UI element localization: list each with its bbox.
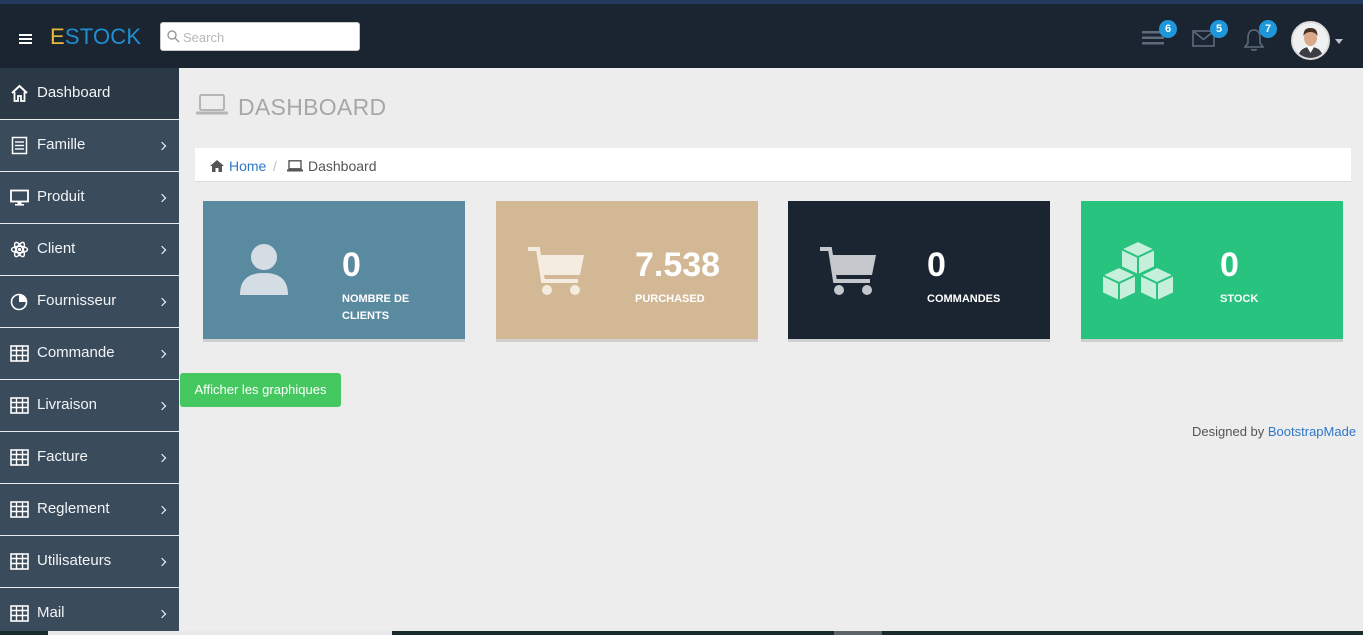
- sidebar-item-reglement[interactable]: Reglement: [0, 484, 179, 536]
- chevron-right-icon: [157, 609, 167, 619]
- stat-tile-stock[interactable]: 0 STOCK: [1081, 201, 1343, 342]
- page-title: DASHBOARD: [238, 94, 387, 120]
- footer-text: Designed by: [1192, 424, 1268, 439]
- table-icon: [10, 345, 29, 362]
- tasks-badge: 6: [1159, 20, 1177, 38]
- tile-value: 0: [342, 246, 361, 284]
- breadcrumb-current-label: Dashboard: [308, 158, 377, 174]
- list-icon: [11, 136, 28, 155]
- sidebar-item-dashboard[interactable]: Dashboard: [0, 68, 179, 120]
- sidebar-item-label: Utilisateurs: [37, 552, 112, 569]
- stat-tile-commandes[interactable]: 0 COMMANDES: [788, 201, 1050, 342]
- search-icon: [167, 30, 180, 43]
- atom-icon: [10, 241, 29, 258]
- stat-tile-clients[interactable]: 0 NOMBRE DE CLIENTS: [203, 201, 465, 342]
- sidebar-item-produit[interactable]: Produit: [0, 172, 179, 224]
- search-input[interactable]: [183, 27, 353, 47]
- user-menu-caret-icon[interactable]: [1335, 39, 1343, 44]
- laptop-icon: [287, 160, 303, 172]
- table-icon: [10, 449, 29, 466]
- sidebar-item-famille[interactable]: Famille: [0, 120, 179, 172]
- cart-icon: [528, 247, 584, 295]
- notifications-badge: 7: [1259, 20, 1277, 38]
- sidebar-item-label: Reglement: [37, 500, 110, 517]
- tile-caption: COMMANDES: [927, 293, 1001, 305]
- table-icon: [10, 397, 29, 414]
- user-icon: [240, 244, 288, 295]
- cart-icon: [820, 247, 876, 295]
- sidebar-item-label: Livraison: [37, 396, 98, 413]
- sidebar-item-commande[interactable]: Commande: [0, 328, 179, 380]
- laptop-icon: [196, 94, 228, 115]
- sidebar-item-mail[interactable]: Mail: [0, 588, 179, 635]
- chevron-right-icon: [157, 297, 167, 307]
- chevron-right-icon: [157, 245, 167, 255]
- sidebar-item-fournisseur[interactable]: Fournisseur: [0, 276, 179, 328]
- breadcrumb-separator: /: [273, 158, 277, 174]
- sidebar-item-label: Fournisseur: [37, 292, 117, 309]
- tile-caption: STOCK: [1220, 293, 1259, 305]
- home-icon: [210, 160, 224, 172]
- chevron-right-icon: [157, 401, 167, 411]
- sidebar-item-livraison[interactable]: Livraison: [0, 380, 179, 432]
- sidebar-item-client[interactable]: Client: [0, 224, 179, 276]
- chevron-right-icon: [157, 505, 167, 515]
- show-charts-button[interactable]: Afficher les graphiques: [180, 373, 341, 407]
- tile-caption: NOMBRE DE CLIENTS: [342, 293, 410, 322]
- tile-value: 0: [927, 246, 946, 284]
- messages-badge: 5: [1210, 20, 1228, 38]
- tile-caption: PURCHASED: [635, 293, 705, 305]
- home-icon: [11, 84, 28, 102]
- breadcrumb: Home / Dashboard: [195, 148, 1351, 182]
- search-box[interactable]: [160, 22, 360, 51]
- table-icon: [10, 605, 29, 622]
- table-icon: [10, 553, 29, 570]
- menu-toggle-icon[interactable]: [19, 34, 32, 44]
- cubes-icon: [1101, 239, 1175, 303]
- sidebar-item-label: Famille: [37, 136, 86, 153]
- sidebar-item-label: Facture: [37, 448, 88, 465]
- user-avatar[interactable]: [1291, 21, 1330, 60]
- sidebar-item-label: Client: [37, 240, 76, 257]
- chevron-right-icon: [157, 453, 167, 463]
- logo-text: STOCK: [64, 24, 142, 49]
- sidebar-item-label: Mail: [37, 604, 65, 621]
- pie-chart-icon: [10, 293, 28, 311]
- sidebar-item-label: Commande: [37, 344, 115, 361]
- logo-first-letter: E: [50, 24, 65, 49]
- top-header: ESTOCK 6 5 7: [0, 4, 1363, 68]
- sidebar-item-utilisateurs[interactable]: Utilisateurs: [0, 536, 179, 588]
- taskbar-strip: [0, 631, 1363, 635]
- chevron-right-icon: [157, 349, 167, 359]
- sidebar-item-label: Dashboard: [37, 84, 111, 101]
- desktop-icon: [10, 189, 29, 206]
- footer-credit: Designed by BootstrapMade: [1192, 424, 1356, 439]
- tile-value: 7.538: [635, 246, 721, 284]
- bootstrapmade-link[interactable]: BootstrapMade: [1268, 424, 1356, 439]
- sidebar-item-label: Produit: [37, 188, 85, 205]
- table-icon: [10, 501, 29, 518]
- breadcrumb-home-label: Home: [229, 158, 267, 174]
- tile-value: 0: [1220, 246, 1239, 284]
- chevron-right-icon: [157, 141, 167, 151]
- chevron-right-icon: [157, 557, 167, 567]
- stat-tile-purchased[interactable]: 7.538 PURCHASED: [496, 201, 758, 342]
- app-logo[interactable]: ESTOCK: [50, 24, 141, 50]
- sidebar: Dashboard Famille Produit Client Fournis…: [0, 68, 179, 635]
- sidebar-item-facture[interactable]: Facture: [0, 432, 179, 484]
- chevron-right-icon: [157, 193, 167, 203]
